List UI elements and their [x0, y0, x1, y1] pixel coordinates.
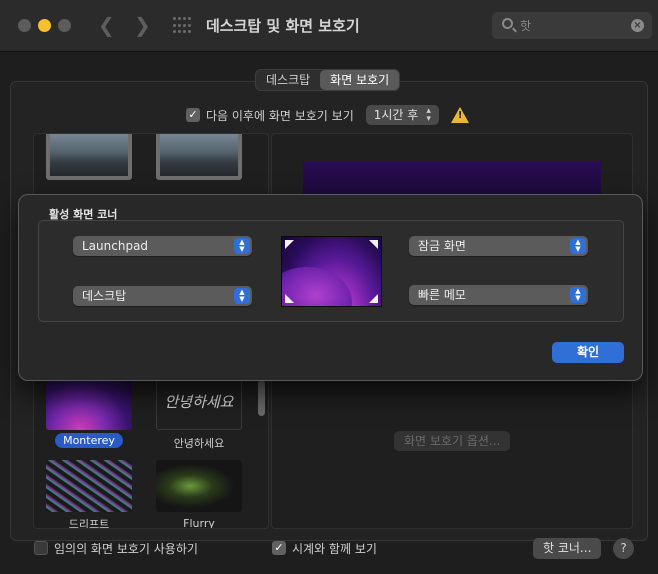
thumbnail-hello[interactable]: 안녕하세요 [156, 378, 242, 430]
screensaver-label-drift: 드리프트 [68, 518, 110, 529]
start-after-popup[interactable]: 1시간 후 ▴ ▾ [365, 105, 439, 125]
forward-arrow-icon[interactable]: ❯ [134, 14, 151, 36]
bottom-left-corner-icon [285, 294, 294, 303]
chevron-updown-icon: ▲ ▼ [570, 238, 586, 254]
start-after-checkbox[interactable]: ✓ [186, 108, 200, 122]
chevron-updown-icon: ▲ ▼ [234, 288, 250, 304]
tab-screensaver[interactable]: 화면 보호기 [320, 70, 400, 90]
top-right-corner-popup[interactable]: 잠금 화면 ▲ ▼ [409, 236, 588, 256]
random-checkbox[interactable] [34, 541, 48, 555]
help-button[interactable]: ? [613, 538, 634, 559]
show-clock-label: 시계와 함께 보기 [292, 541, 377, 556]
screensaver-label-monterey: Monterey [46, 433, 132, 448]
screensaver-options-button[interactable]: 화면 보호기 옵션... [394, 431, 511, 451]
chevron-updown-icon: ▲ ▼ [234, 238, 250, 254]
bottom-right-corner-icon [369, 294, 378, 303]
chevron-updown-icon: ▴ ▾ [426, 106, 431, 124]
screensaver-label-flurry: Flurry [183, 517, 215, 529]
search-field[interactable]: × [492, 12, 652, 39]
start-after-row: ✓ 다음 이후에 화면 보호기 보기 1시간 후 ▴ ▾ ! [186, 104, 469, 126]
thumbnail-partial-1[interactable] [46, 134, 132, 180]
top-right-corner-value: 잠금 화면 [418, 239, 466, 253]
screensaver-label-hello: 안녕하세요 [173, 437, 225, 450]
bottom-left-corner-value: 데스크탑 [82, 289, 127, 303]
chevron-updown-icon: ▲ ▼ [570, 287, 586, 303]
random-label: 임의의 화면 보호기 사용하기 [54, 541, 198, 556]
title-bar: ❮ ❯ 데스크탑 및 화면 보호기 × [0, 0, 658, 52]
top-left-corner-icon [285, 240, 294, 249]
ok-button[interactable]: 확인 [552, 342, 624, 363]
tab-desktop[interactable]: 데스크탑 [256, 70, 320, 90]
hot-corners-button[interactable]: 핫 코너... [533, 538, 602, 559]
bottom-right-corner-value: 빠른 메모 [418, 288, 466, 302]
show-clock-row: ✓ 시계와 함께 보기 [272, 540, 377, 556]
thumbnail-drift[interactable] [46, 460, 132, 512]
top-left-corner-popup[interactable]: Launchpad ▲ ▼ [73, 236, 252, 256]
thumbnail-partial-2[interactable] [156, 134, 242, 180]
list-scrollbar[interactable] [258, 380, 265, 416]
preview-image [303, 161, 601, 195]
start-after-label: 다음 이후에 화면 보호기 보기 [206, 108, 354, 123]
screen-corner-preview [281, 236, 382, 307]
search-input[interactable] [520, 16, 620, 35]
segmented-tabs: 데스크탑 화면 보호기 [255, 69, 401, 91]
minimize-window-button[interactable] [38, 19, 51, 32]
back-arrow-icon[interactable]: ❮ [98, 14, 115, 36]
show-all-grid-icon[interactable] [173, 17, 191, 35]
bottom-left-corner-popup[interactable]: 데스크탑 ▲ ▼ [73, 286, 252, 306]
show-clock-checkbox[interactable]: ✓ [272, 541, 286, 555]
thumbnail-flurry[interactable] [156, 460, 242, 512]
start-after-value: 1시간 후 [373, 108, 419, 122]
bottom-right-corner-popup[interactable]: 빠른 메모 ▲ ▼ [409, 285, 588, 305]
window-title: 데스크탑 및 화면 보호기 [206, 17, 360, 35]
thumbnail-monterey[interactable] [46, 378, 132, 430]
hot-corners-sheet: 활성 화면 코너 Launchpad ▲ ▼ 데스크탑 ▲ ▼ 잠금 화면 ▲ ▼ 빠… [18, 194, 643, 381]
top-left-corner-value: Launchpad [82, 239, 149, 253]
top-right-corner-icon [369, 240, 378, 249]
zoom-window-button[interactable] [58, 19, 71, 32]
close-window-button[interactable] [18, 19, 31, 32]
hello-preview-text: 안녕하세요 [164, 393, 234, 411]
random-row: 임의의 화면 보호기 사용하기 [34, 540, 198, 556]
clear-search-icon[interactable]: × [631, 19, 644, 32]
warning-icon[interactable]: ! [450, 107, 469, 123]
search-icon [502, 18, 513, 29]
